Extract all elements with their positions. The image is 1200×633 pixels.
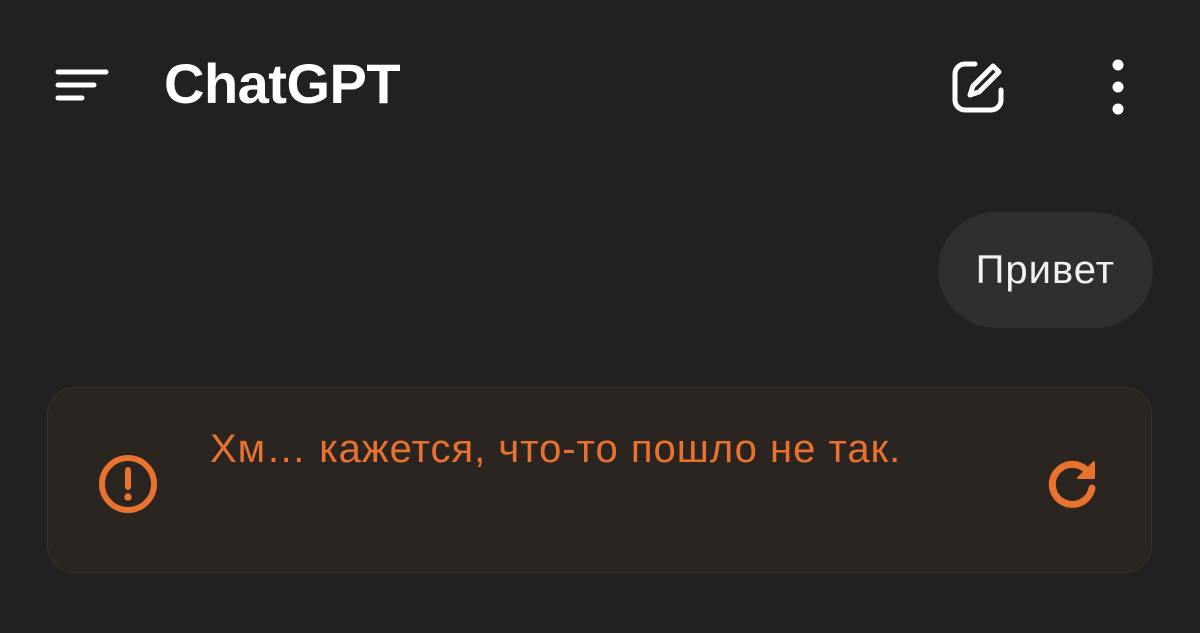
app-title: ChatGPT xyxy=(164,52,401,115)
alert-circle-icon xyxy=(96,452,160,516)
more-vertical-icon xyxy=(1112,59,1124,115)
more-options-button[interactable] xyxy=(1088,52,1148,122)
error-message-text: Хм… кажется, что-то пошло не так. xyxy=(210,427,902,471)
retry-button[interactable] xyxy=(1036,448,1108,520)
user-message-text: Привет xyxy=(975,247,1115,292)
new-chat-button[interactable] xyxy=(942,52,1014,122)
edit-icon xyxy=(952,61,1004,113)
menu-icon xyxy=(55,69,109,101)
menu-button[interactable] xyxy=(40,50,124,120)
top-bar: ChatGPT xyxy=(0,0,1200,170)
refresh-icon xyxy=(1048,460,1096,508)
chat-screen: ChatGPT Привет Хм… кажется, что-то пошло… xyxy=(0,0,1200,633)
user-message-bubble: Привет xyxy=(937,212,1153,328)
